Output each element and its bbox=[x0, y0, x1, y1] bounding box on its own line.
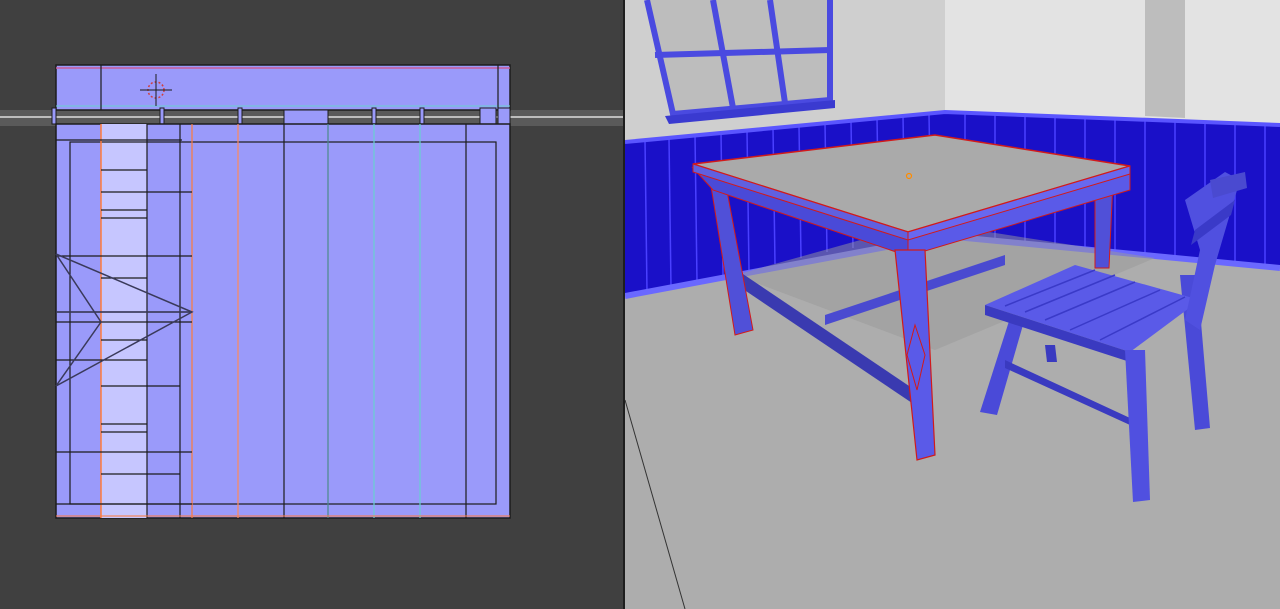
right-wall bbox=[945, 0, 1280, 125]
3d-viewport-panel[interactable] bbox=[625, 0, 1280, 609]
uv-canvas[interactable] bbox=[0, 0, 623, 609]
uv-island-top-strip[interactable] bbox=[55, 64, 511, 111]
uv-island-main[interactable] bbox=[55, 123, 511, 519]
window[interactable] bbox=[644, 0, 835, 124]
uv-editor-panel[interactable] bbox=[0, 0, 623, 609]
wall-pillar bbox=[1145, 0, 1185, 118]
viewport-canvas[interactable] bbox=[625, 0, 1280, 609]
